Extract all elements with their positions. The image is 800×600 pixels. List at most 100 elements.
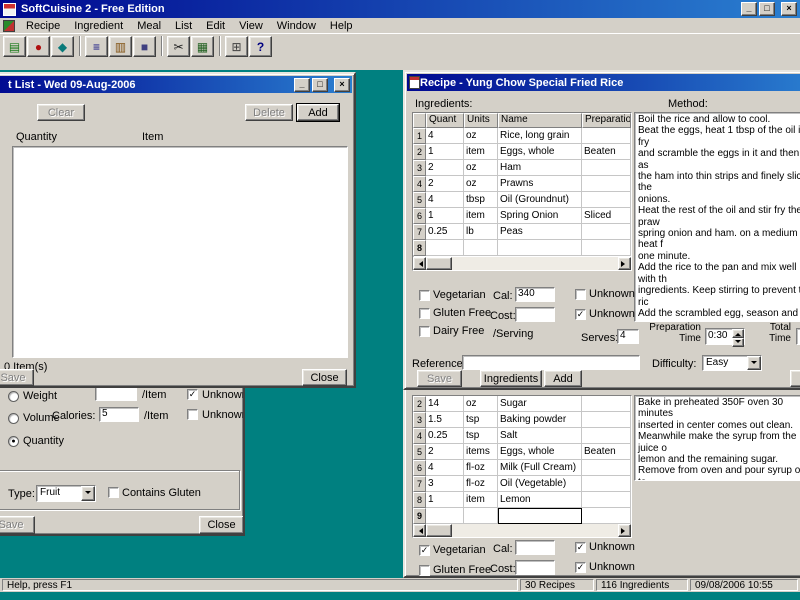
row-number[interactable]: 5	[413, 192, 426, 208]
menu-item-view[interactable]: View	[232, 19, 270, 33]
menu-item-window[interactable]: Window	[270, 19, 323, 33]
prep-cell[interactable]	[582, 428, 631, 444]
row-number[interactable]: 7	[413, 224, 426, 240]
list-delete-button[interactable]: Delete	[245, 104, 293, 121]
cal-field-2[interactable]	[515, 540, 555, 555]
row-number[interactable]: 5	[413, 444, 426, 460]
method-textarea[interactable]: Boil the rice and allow to cool. Beat th…	[634, 112, 800, 322]
scrollbar-track[interactable]	[426, 524, 618, 537]
units-cell[interactable]: oz	[464, 176, 498, 192]
ingredient-close-button[interactable]: Close	[199, 516, 244, 534]
dropdown-arrow-button[interactable]	[81, 486, 95, 501]
row-number[interactable]: 3	[413, 160, 426, 176]
cost-unknown-checkbox-2[interactable]: ✓	[575, 562, 586, 573]
app-close-button[interactable]: ×	[781, 2, 797, 16]
grid-horizontal-scrollbar[interactable]	[413, 524, 631, 537]
quantity-cell[interactable]: 1.5	[426, 412, 464, 428]
name-cell[interactable]: Lemon	[498, 492, 582, 508]
menu-item-help[interactable]: Help	[323, 19, 360, 33]
spin-down-button[interactable]	[732, 338, 744, 347]
grid-horizontal-scrollbar[interactable]	[413, 257, 631, 270]
name-cell[interactable]: Rice, long grain	[498, 128, 582, 144]
scrollbar-thumb[interactable]	[426, 257, 452, 270]
name-cell-focused[interactable]	[498, 508, 582, 524]
prep-cell[interactable]	[582, 396, 631, 412]
prep-cell[interactable]	[582, 224, 631, 240]
prep-cell[interactable]: Sliced	[582, 208, 631, 224]
cal-unknown-checkbox-2[interactable]: ✓	[575, 542, 586, 553]
units-cell[interactable]: oz	[464, 128, 498, 144]
cost-unknown-checkbox[interactable]: ✓	[575, 309, 586, 320]
dairy-free-checkbox[interactable]	[419, 326, 430, 337]
recipe-ingredients-button[interactable]: Ingredients	[480, 370, 542, 387]
name-cell[interactable]: Milk (Full Cream)	[498, 460, 582, 476]
new-list-button[interactable]: ≡	[85, 36, 108, 57]
name-cell[interactable]: Prawns	[498, 176, 582, 192]
recipe-categories-button[interactable]: Cat	[790, 370, 800, 387]
prep-cell[interactable]	[582, 476, 631, 492]
quantity-header[interactable]: Quant	[426, 113, 464, 128]
quantity-cell[interactable]	[426, 240, 464, 256]
menu-item-ingredient[interactable]: Ingredient	[67, 19, 130, 33]
prep-cell[interactable]	[582, 508, 631, 524]
gluten-free-checkbox-2[interactable]	[419, 565, 430, 576]
row-number[interactable]: 2	[413, 396, 426, 412]
cut-button[interactable]: ✂	[167, 36, 190, 57]
quantity-cell[interactable]: 2	[426, 444, 464, 460]
units-cell[interactable]: tsp	[464, 412, 498, 428]
name-cell[interactable]	[498, 240, 582, 256]
save-button[interactable]: ■	[133, 36, 156, 57]
menu-item-meal[interactable]: Meal	[130, 19, 168, 33]
quantity-cell[interactable]: 4	[426, 460, 464, 476]
open-button[interactable]: ▥	[109, 36, 132, 57]
child-window-icon[interactable]	[3, 20, 15, 32]
contains-gluten-checkbox[interactable]	[108, 487, 119, 498]
quantity-cell[interactable]: 4	[426, 128, 464, 144]
prep-header[interactable]: Preparation	[582, 113, 631, 128]
recipe-save-button[interactable]: Save	[417, 370, 462, 387]
units-cell[interactable]	[464, 508, 498, 524]
units-cell[interactable]: items	[464, 444, 498, 460]
cost-field[interactable]	[515, 307, 555, 322]
gluten-free-checkbox[interactable]	[419, 308, 430, 319]
total-time-field[interactable]	[796, 328, 800, 345]
prep-cell[interactable]	[582, 240, 631, 256]
row-number[interactable]: 4	[413, 176, 426, 192]
cal-field[interactable]: 340	[515, 287, 555, 302]
new-ingredient-button[interactable]: ●	[27, 36, 50, 57]
units-cell[interactable]: fl-oz	[464, 476, 498, 492]
prep-cell[interactable]	[582, 412, 631, 428]
list-save-button[interactable]: Save	[0, 369, 34, 386]
scrollbar-thumb[interactable]	[426, 524, 452, 537]
scroll-left-button[interactable]	[413, 257, 426, 270]
recipe-add-button[interactable]: Add	[544, 370, 582, 387]
quantity-cell[interactable]: 1	[426, 208, 464, 224]
units-cell[interactable]: fl-oz	[464, 460, 498, 476]
quantity-cell[interactable]	[426, 508, 464, 524]
weight-radio[interactable]	[8, 391, 19, 402]
weight-unknown-checkbox[interactable]: ✓	[187, 389, 198, 400]
quantity-cell[interactable]: 14	[426, 396, 464, 412]
close-button[interactable]: ×	[334, 78, 350, 92]
units-cell[interactable]	[464, 240, 498, 256]
prep-cell[interactable]	[582, 492, 631, 508]
list-clear-button[interactable]: Clear	[37, 104, 85, 121]
row-number[interactable]: 6	[413, 208, 426, 224]
dropdown-arrow-button[interactable]	[747, 356, 761, 370]
recipe-window-titlebar[interactable]: Recipe - Yung Chow Special Fried Rice	[407, 74, 800, 91]
menu-item-edit[interactable]: Edit	[199, 19, 232, 33]
row-number[interactable]: 2	[413, 144, 426, 160]
list-window-titlebar[interactable]: t List - Wed 09-Aug-2006 _ □ ×	[0, 76, 352, 93]
quantity-cell[interactable]: 1	[426, 492, 464, 508]
name-cell[interactable]: Spring Onion	[498, 208, 582, 224]
list-add-button[interactable]: Add	[297, 104, 339, 121]
vegetarian-checkbox-2[interactable]: ✓	[419, 545, 430, 556]
units-header[interactable]: Units	[464, 113, 498, 128]
calories-field[interactable]: 5	[99, 407, 139, 422]
cost-field-2[interactable]	[515, 560, 555, 575]
cal-unknown-checkbox[interactable]	[575, 289, 586, 300]
row-number[interactable]: 3	[413, 412, 426, 428]
quantity-cell[interactable]: 2	[426, 160, 464, 176]
units-cell[interactable]: item	[464, 208, 498, 224]
prep-cell[interactable]: Beaten	[582, 144, 631, 160]
